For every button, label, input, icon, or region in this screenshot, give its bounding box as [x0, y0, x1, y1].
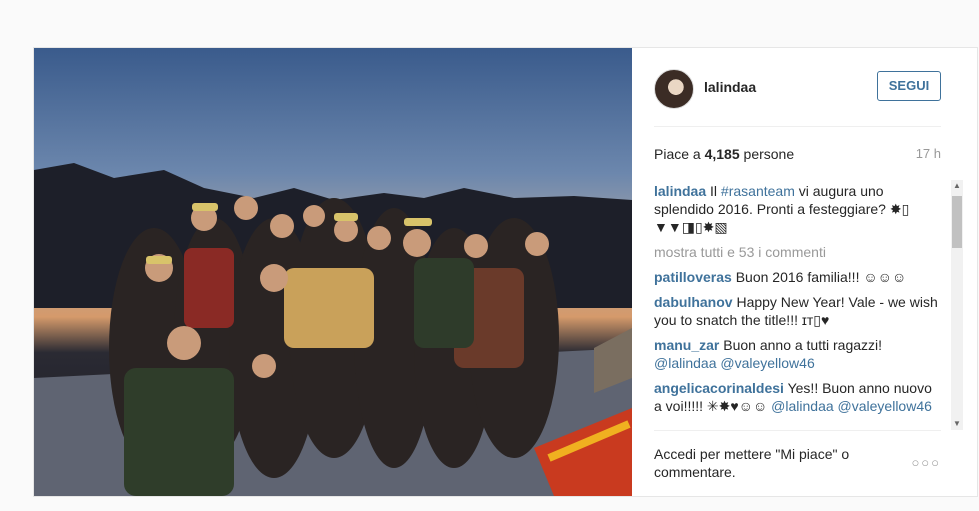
more-options-icon[interactable]: ○○○ — [911, 455, 941, 470]
comments-list: lalindaa Il #rasanteam vi augura uno spl… — [654, 182, 941, 428]
caption-hashtag[interactable]: #rasanteam — [721, 183, 795, 199]
comment-text: Buon anno a tutti ragazzi! — [719, 337, 883, 353]
post-photo[interactable] — [34, 48, 632, 496]
likes-row: Piace a 4,185 persone 17 h — [654, 146, 941, 166]
avatar[interactable] — [654, 69, 694, 109]
follow-button[interactable]: SEGUI — [877, 71, 941, 101]
scroll-up-arrow-icon[interactable]: ▲ — [951, 180, 963, 192]
photo-illustration — [34, 163, 632, 496]
comments-scrollbar[interactable]: ▲ ▼ — [951, 180, 963, 430]
show-all-comments-link[interactable]: mostra tutti e 53 i commenti — [654, 243, 941, 261]
post-footer: Accedi per mettere "Mi piace" o commenta… — [654, 430, 941, 491]
comment-item: dabulhanov Happy New Year! Vale - we wis… — [654, 293, 941, 329]
login-to-like-link[interactable]: Accedi per mettere "Mi piace" o commenta… — [654, 445, 884, 481]
comment-item: patilloveras Buon 2016 familia!!! ☺☺☺ — [654, 268, 941, 286]
post-card: lalindaa SEGUI Piace a 4,185 persone 17 … — [33, 47, 978, 497]
scroll-thumb[interactable] — [952, 196, 962, 248]
likes-suffix: persone — [739, 146, 795, 162]
likes-number: 4,185 — [704, 146, 740, 162]
likes-prefix: Piace a — [654, 146, 705, 162]
caption: lalindaa Il #rasanteam vi augura uno spl… — [654, 182, 941, 236]
caption-username[interactable]: lalindaa — [654, 183, 706, 199]
comment-item: angelicacorinaldesi Yes!! Buon anno nuov… — [654, 379, 941, 415]
post-sidebar: lalindaa SEGUI Piace a 4,185 persone 17 … — [632, 48, 977, 496]
comment-username[interactable]: manu_zar — [654, 337, 719, 353]
comment-item: manu_zar Buon anno a tutti ragazzi! @lal… — [654, 336, 941, 372]
comment-mentions[interactable]: @lalindaa @valeyellow46 — [771, 398, 932, 414]
post-header: lalindaa SEGUI — [654, 66, 941, 127]
caption-text-start: Il — [706, 183, 721, 199]
comment-username[interactable]: dabulhanov — [654, 294, 733, 310]
likes-count[interactable]: Piace a 4,185 persone — [654, 146, 794, 162]
comment-text: Buon 2016 familia!!! ☺☺☺ — [731, 269, 907, 285]
comment-mentions[interactable]: @lalindaa @valeyellow46 — [654, 355, 815, 371]
post-timestamp[interactable]: 17 h — [916, 146, 941, 161]
scroll-down-arrow-icon[interactable]: ▼ — [951, 418, 963, 430]
post-author-username[interactable]: lalindaa — [704, 79, 756, 95]
comment-username[interactable]: patilloveras — [654, 269, 732, 285]
comment-username[interactable]: angelicacorinaldesi — [654, 380, 784, 396]
